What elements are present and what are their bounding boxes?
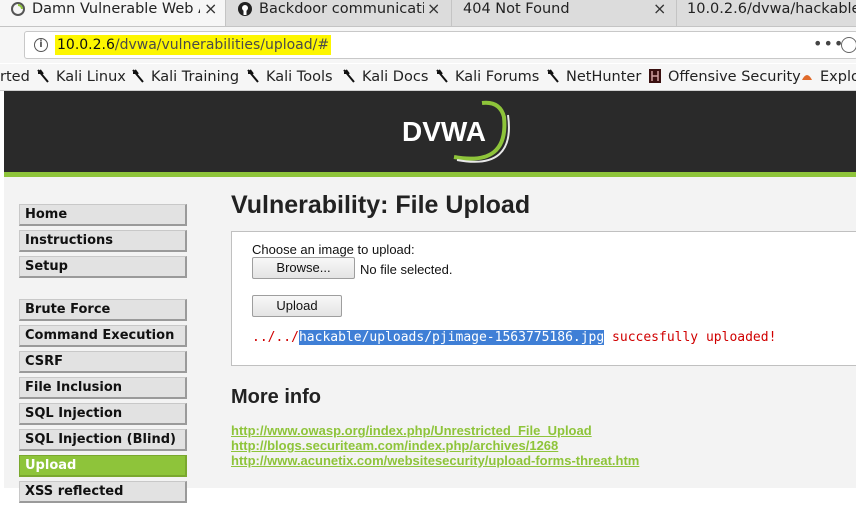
kali-dragon-icon	[436, 69, 448, 83]
link-owasp[interactable]: http://www.owasp.org/index.php/Unrestric…	[231, 423, 639, 438]
upload-form: Choose an image to upload: Browse... No …	[231, 231, 856, 366]
tab-backdoor[interactable]: Backdoor communicatior ×	[227, 0, 452, 26]
close-tab-icon[interactable]: ×	[204, 0, 217, 18]
close-tab-icon[interactable]: ×	[427, 0, 440, 18]
tab-hackable[interactable]: 10.0.2.6/dvwa/hackable/u	[678, 0, 856, 26]
address-bar[interactable]: i 10.0.2.6/dvwa/vulnerabilities/upload/#…	[24, 31, 856, 59]
bookmark-kali-forums[interactable]: Kali Forums	[435, 67, 539, 87]
pocket-icon[interactable]	[841, 37, 856, 53]
bookmark-kali-linux[interactable]: Kali Linux	[36, 67, 126, 87]
dvwa-logo: DVWA	[402, 100, 510, 163]
dvwa-favicon-icon	[11, 2, 25, 16]
kali-dragon-icon	[247, 69, 259, 83]
tab-title: Damn Vulnerable Web Ap	[32, 1, 200, 17]
page-actions-icon[interactable]: •••	[813, 34, 844, 53]
bookmark-kali-tools[interactable]: Kali Tools	[246, 67, 333, 87]
bookmark-exploit-db[interactable]: Explo	[800, 67, 856, 87]
bookmark-label: Offensive Security	[668, 69, 801, 85]
menu-upload[interactable]: Upload	[19, 455, 187, 477]
more-info-heading: More info	[231, 386, 321, 408]
browse-button[interactable]: Browse...	[252, 257, 355, 279]
close-tab-icon[interactable]: ×	[653, 0, 666, 18]
url-path: /dvwa/vulnerabilities/upload/#	[114, 37, 330, 53]
bookmark-label: rted	[0, 69, 30, 85]
kali-dragon-icon	[343, 69, 355, 83]
url-text[interactable]: 10.0.2.6/dvwa/vulnerabilities/upload/#	[55, 35, 332, 55]
bookmark-label: Kali Forums	[455, 69, 540, 85]
tab-title: 404 Not Found	[463, 1, 570, 17]
info-icon[interactable]: i	[34, 38, 48, 52]
menu-sql-injection-blind[interactable]: SQL Injection (Blind)	[19, 429, 187, 451]
bookmark-label: Kali Linux	[56, 69, 126, 85]
menu-instructions[interactable]: Instructions	[19, 230, 187, 252]
github-icon	[238, 2, 252, 16]
menu-home[interactable]: Home	[19, 204, 187, 226]
result-prefix: ../../	[252, 330, 299, 345]
tab-title: Backdoor communicatior	[259, 1, 424, 17]
tab-title: 10.0.2.6/dvwa/hackable/u	[687, 1, 856, 17]
bookmark-getting-started[interactable]: rted	[0, 67, 30, 87]
result-path: hackable/uploads/pjimage-1563775186.jpg	[298, 330, 605, 345]
sidebar-menu: Home Instructions Setup Brute Force Comm…	[19, 204, 189, 507]
menu-file-inclusion[interactable]: File Inclusion	[19, 377, 187, 399]
kali-dragon-icon	[547, 69, 559, 83]
logo-text: DVWA	[402, 116, 486, 147]
file-status-text: No file selected.	[360, 262, 453, 277]
tab-strip: Damn Vulnerable Web Ap × Backdoor commun…	[0, 0, 856, 27]
upload-button[interactable]: Upload	[252, 295, 342, 317]
bookmark-kali-training[interactable]: Kali Training	[131, 67, 239, 87]
tab-dvwa[interactable]: Damn Vulnerable Web Ap ×	[0, 0, 226, 26]
bookmarks-bar: rted Kali Linux Kali Training Kali Tools…	[0, 64, 856, 91]
offsec-icon	[649, 69, 661, 83]
menu-xss-reflected[interactable]: XSS reflected	[19, 481, 187, 503]
kali-dragon-icon	[132, 69, 144, 83]
bookmark-label: Kali Docs	[362, 69, 429, 85]
bookmark-offensive-security[interactable]: Offensive Security	[648, 67, 801, 87]
navigation-bar: i 10.0.2.6/dvwa/vulnerabilities/upload/#…	[0, 27, 856, 63]
link-securiteam[interactable]: http://blogs.securiteam.com/index.php/ar…	[231, 438, 639, 453]
choose-image-label: Choose an image to upload:	[252, 242, 415, 257]
header-accent-line	[4, 172, 856, 177]
menu-brute-force[interactable]: Brute Force	[19, 299, 187, 321]
menu-sql-injection[interactable]: SQL Injection	[19, 403, 187, 425]
bookmark-label: Kali Training	[151, 69, 240, 85]
bookmark-label: Explo	[820, 69, 856, 85]
upload-result-message: ../../hackable/uploads/pjimage-156377518…	[252, 330, 776, 345]
link-acunetix[interactable]: http://www.acunetix.com/websitesecurity/…	[231, 453, 639, 468]
bookmark-nethunter[interactable]: NetHunter	[546, 67, 641, 87]
bookmark-label: NetHunter	[566, 69, 642, 85]
more-info-links: http://www.owasp.org/index.php/Unrestric…	[231, 423, 639, 468]
menu-csrf[interactable]: CSRF	[19, 351, 187, 373]
bookmark-label: Kali Tools	[266, 69, 333, 85]
url-host: 10.0.2.6	[57, 37, 115, 53]
menu-command-execution[interactable]: Command Execution	[19, 325, 187, 347]
bookmark-kali-docs[interactable]: Kali Docs	[342, 67, 428, 87]
dvwa-header: DVWA	[4, 91, 856, 172]
result-suffix: succesfully uploaded!	[604, 330, 777, 345]
tab-404[interactable]: 404 Not Found ×	[453, 0, 677, 26]
menu-setup[interactable]: Setup	[19, 256, 187, 278]
kali-dragon-icon	[37, 69, 49, 83]
exploit-db-icon	[802, 75, 812, 80]
page-title: Vulnerability: File Upload	[231, 191, 531, 219]
